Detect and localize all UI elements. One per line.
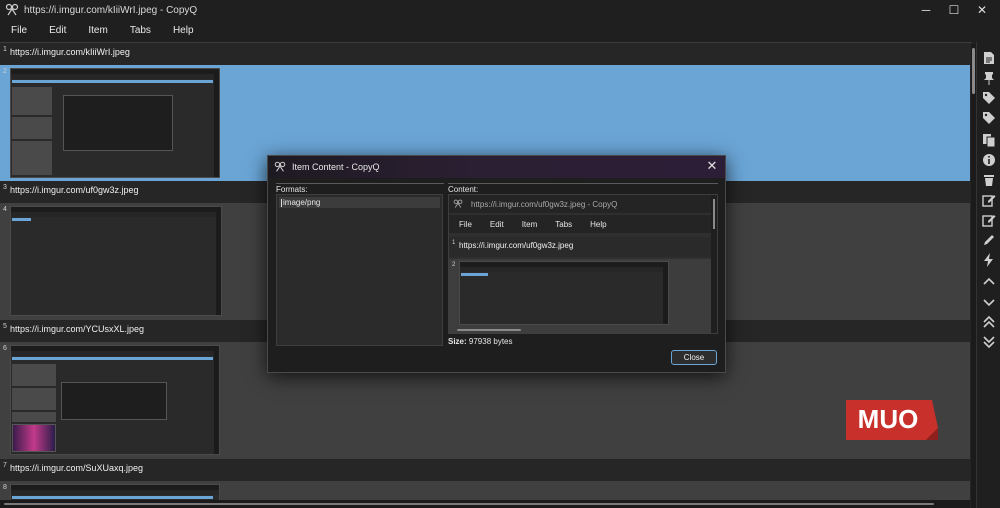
horizontal-scrollbar[interactable]	[0, 500, 970, 508]
item-text: https://i.imgur.com/SuXUaxq.jpeg	[10, 463, 144, 473]
item-number: 4	[3, 206, 7, 213]
dialog-title: Item Content - CopyQ	[292, 162, 380, 172]
double-chevron-down-icon[interactable]	[981, 334, 997, 350]
item-number: 6	[3, 345, 7, 352]
image-thumbnail	[10, 206, 222, 316]
list-item[interactable]: 7 https://i.imgur.com/SuXUaxq.jpeg	[0, 459, 970, 481]
formats-list[interactable]: image/png	[276, 194, 443, 346]
close-button[interactable]: Close	[671, 350, 717, 365]
preview-image-thumbnail	[459, 261, 669, 325]
item-content-dialog: Item Content - CopyQ ✕ Formats: Content:…	[267, 155, 726, 373]
size-label: Size:	[448, 337, 467, 346]
preview-item-number: 2	[452, 262, 456, 268]
preview-menu-item: Item	[521, 219, 538, 229]
pencil-icon[interactable]	[981, 232, 997, 248]
copyq-app-icon	[5, 3, 19, 16]
list-item[interactable]: 1 https://i.imgur.com/kIiiWrI.jpeg	[0, 43, 970, 65]
preview-horizontal-scrollbar[interactable]	[457, 329, 521, 331]
item-text: https://i.imgur.com/kIiiWrI.jpeg	[10, 47, 130, 57]
delete-icon[interactable]	[981, 172, 997, 188]
preview-menu-tabs: Tabs	[555, 219, 573, 229]
action-toolbar	[976, 42, 1000, 508]
tag-icon[interactable]	[981, 90, 997, 106]
menu-item[interactable]: Item	[77, 20, 118, 42]
item-text: https://i.imgur.com/uf0gw3z.jpeg	[10, 185, 139, 195]
menu-tabs[interactable]: Tabs	[119, 20, 162, 42]
item-number: 7	[3, 462, 7, 469]
chevron-up-icon[interactable]	[981, 274, 997, 290]
minimize-icon: ─	[921, 3, 931, 17]
preview-scrollbar[interactable]	[711, 195, 717, 333]
edit-alt-icon[interactable]	[981, 212, 997, 228]
preview-window-title: https://i.imgur.com/uf0gw3z.jpeg - CopyQ	[471, 199, 618, 209]
image-thumbnail	[10, 345, 220, 455]
menu-file[interactable]: File	[0, 20, 38, 42]
size-value: 97938 bytes	[468, 337, 513, 346]
tag-outline-icon[interactable]	[981, 110, 997, 126]
pin-icon[interactable]	[981, 70, 997, 86]
preview-item-number: 1	[452, 240, 456, 246]
copyq-app-icon	[274, 161, 286, 172]
preview-item-text: https://i.imgur.com/uf0gw3z.jpeg	[459, 241, 574, 250]
chevron-down-icon[interactable]	[981, 294, 997, 310]
muo-logo-text: MUO	[858, 404, 919, 434]
copyq-app-icon	[453, 199, 463, 208]
info-icon[interactable]	[981, 152, 997, 168]
new-document-icon[interactable]	[981, 50, 997, 66]
maximize-icon: ☐	[948, 3, 960, 17]
image-thumbnail	[10, 68, 220, 178]
preview-menu-edit: Edit	[489, 219, 504, 229]
content-label: Content:	[448, 185, 479, 194]
bolt-icon[interactable]	[981, 252, 997, 268]
copy-icon[interactable]	[981, 132, 997, 148]
formats-label: Formats:	[276, 185, 308, 194]
menu-help[interactable]: Help	[162, 20, 205, 42]
dialog-close-icon[interactable]: ✕	[704, 158, 720, 174]
preview-menu-bar: File Edit Item Tabs Help	[449, 215, 711, 233]
menu-edit[interactable]: Edit	[38, 20, 77, 42]
close-icon: ✕	[976, 3, 988, 17]
menu-bar: File Edit Item Tabs Help	[0, 20, 1000, 42]
format-item[interactable]: image/png	[279, 197, 440, 208]
dialog-title-bar: Item Content - CopyQ	[268, 156, 725, 178]
preview-title-bar: https://i.imgur.com/uf0gw3z.jpeg - CopyQ	[449, 195, 717, 213]
item-number: 1	[3, 46, 7, 53]
preview-menu-file: File	[459, 219, 472, 229]
edit-icon[interactable]	[981, 192, 997, 208]
item-number: 5	[3, 323, 7, 330]
format-item-label: image/png	[283, 198, 321, 207]
window-title-bar: https://i.imgur.com/kIiiWrI.jpeg - CopyQ	[0, 0, 1000, 20]
size-info: Size: 97938 bytes	[448, 337, 513, 346]
preview-menu-help: Help	[590, 219, 607, 229]
item-text: https://i.imgur.com/YCUsxXL.jpeg	[10, 324, 145, 334]
item-number: 2	[3, 68, 7, 75]
muo-logo: MUO	[846, 400, 938, 440]
item-number: 8	[3, 484, 7, 491]
item-number: 3	[3, 184, 7, 191]
content-preview[interactable]: https://i.imgur.com/uf0gw3z.jpeg - CopyQ…	[448, 194, 718, 334]
preview-list-item-image: 2	[449, 259, 711, 333]
close-window-button[interactable]: ✕	[966, 0, 998, 20]
preview-list-item: 1 https://i.imgur.com/uf0gw3z.jpeg	[449, 237, 711, 257]
window-title: https://i.imgur.com/kIiiWrI.jpeg - CopyQ	[24, 4, 198, 16]
double-chevron-up-icon[interactable]	[981, 314, 997, 330]
